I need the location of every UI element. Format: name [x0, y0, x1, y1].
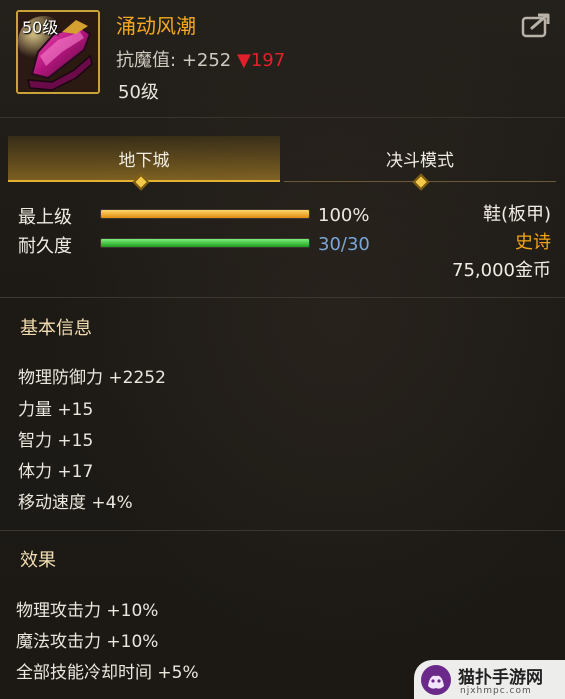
header-divider	[0, 117, 565, 118]
effect-line: 全部技能冷却时间 +5%	[16, 663, 199, 683]
grade-label: 最上级	[18, 207, 72, 228]
grade-bar	[100, 209, 310, 219]
resist-drop: ▼197	[237, 50, 286, 71]
item-icon[interactable]: 50级	[16, 10, 100, 94]
effects-title: 效果	[20, 550, 56, 571]
resist-value: +252	[181, 50, 232, 71]
share-button[interactable]	[520, 12, 552, 40]
item-tooltip-panel: 50级 涌动风潮 抗魔值: +252 ▼197 50级 地下城 决斗模式 最上级	[0, 0, 565, 699]
sell-price: 75,000金币	[452, 260, 551, 281]
watermark-domain: njxhmpc.com	[460, 686, 532, 696]
durability-bar-fill	[101, 239, 309, 247]
site-watermark: 猫扑手游网 njxhmpc.com	[414, 660, 565, 699]
basic-stat-line: 智力 +15	[18, 431, 94, 451]
mode-tabs: 地下城 决斗模式	[8, 136, 560, 191]
item-name: 涌动风潮	[116, 14, 196, 38]
slot-type: 鞋(板甲)	[482, 204, 551, 225]
effect-line: 魔法攻击力 +10%	[16, 632, 159, 652]
item-level: 50级	[118, 82, 159, 103]
item-header: 50级 涌动风潮 抗魔值: +252 ▼197 50级	[0, 0, 565, 118]
resist-label: 抗魔值:	[116, 50, 177, 71]
section-divider	[0, 297, 565, 298]
tab-duel-label: 决斗模式	[386, 151, 454, 171]
effect-line: 物理攻击力 +10%	[16, 601, 159, 621]
rarity-label: 史诗	[515, 232, 551, 253]
grade-value: 100%	[318, 205, 370, 226]
basic-stat-line: 移动速度 +4%	[18, 493, 133, 513]
resist-row: 抗魔值: +252 ▼197	[116, 46, 285, 72]
basic-stat-line: 物理防御力 +2252	[18, 368, 166, 388]
share-icon	[521, 13, 550, 38]
section-divider	[0, 530, 565, 531]
icon-level-badge: 50级	[22, 18, 59, 37]
durability-value: 30/30	[318, 234, 370, 255]
cat-logo-icon	[421, 665, 451, 695]
basic-stat-line: 体力 +17	[18, 462, 94, 482]
watermark-title: 猫扑手游网	[458, 668, 543, 688]
tab-dungeon[interactable]: 地下城	[8, 136, 280, 182]
durability-bar	[100, 238, 310, 248]
tab-dungeon-label: 地下城	[118, 150, 170, 171]
grade-bar-fill	[101, 210, 309, 218]
basic-stat-line: 力量 +15	[18, 400, 94, 420]
durability-label: 耐久度	[18, 236, 72, 257]
basic-info-title: 基本信息	[20, 318, 92, 339]
